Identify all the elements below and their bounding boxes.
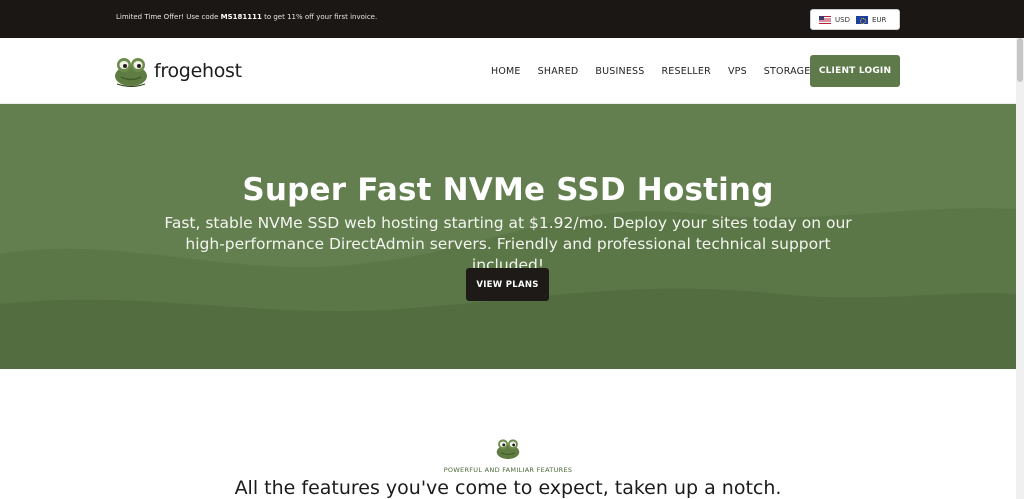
frog-feature-icon [496, 439, 520, 460]
currency-eur[interactable]: EUR [855, 15, 887, 24]
eu-flag-icon [855, 15, 868, 24]
logo-text: frogehost [154, 60, 242, 82]
promo-code: MS181111 [220, 13, 262, 21]
hero-title: Super Fast NVMe SSD Hosting [242, 172, 774, 208]
promo-suffix: to get 11% off your first invoice. [261, 13, 378, 21]
scrollbar-thumb[interactable] [1017, 38, 1023, 82]
nav-storage[interactable]: STORAGE [764, 66, 811, 77]
nav-home[interactable]: HOME [491, 66, 521, 77]
nav-business[interactable]: BUSINESS [595, 66, 644, 77]
hero-section: Super Fast NVMe SSD Hosting Fast, stable… [0, 104, 1016, 369]
view-plans-button[interactable]: VIEW PLANS [466, 268, 549, 301]
promo-prefix: Limited Time Offer! Use code [116, 13, 221, 21]
logo[interactable]: frogehost [114, 55, 242, 87]
promo-bar: Limited Time Offer! Use code MS181111 to… [0, 0, 1024, 38]
page-scrollbar[interactable] [1016, 38, 1024, 499]
hero-subtitle: Fast, stable NVMe SSD web hosting starti… [164, 214, 852, 274]
currency-eur-label: EUR [871, 15, 887, 24]
nav-shared[interactable]: SHARED [538, 66, 579, 77]
main-nav: HOME SHARED BUSINESS RESELLER VPS STORAG… [491, 66, 827, 77]
features-heading: All the features you've come to expect, … [234, 477, 782, 499]
features-eyebrow: POWERFUL AND FAMILIAR FEATURES [443, 466, 573, 474]
nav-vps[interactable]: VPS [728, 66, 747, 77]
site-header: frogehost HOME SHARED BUSINESS RESELLER … [0, 38, 1024, 104]
us-flag-icon [819, 15, 831, 24]
currency-switcher: USD EUR [810, 9, 900, 30]
currency-usd-label: USD [835, 15, 850, 24]
currency-usd[interactable]: USD [819, 15, 850, 24]
frog-logo-icon [115, 58, 147, 87]
client-login-button[interactable]: CLIENT LOGIN [810, 55, 900, 87]
promo-text: Limited Time Offer! Use code MS181111 to… [116, 13, 377, 21]
nav-reseller[interactable]: RESELLER [662, 66, 711, 77]
